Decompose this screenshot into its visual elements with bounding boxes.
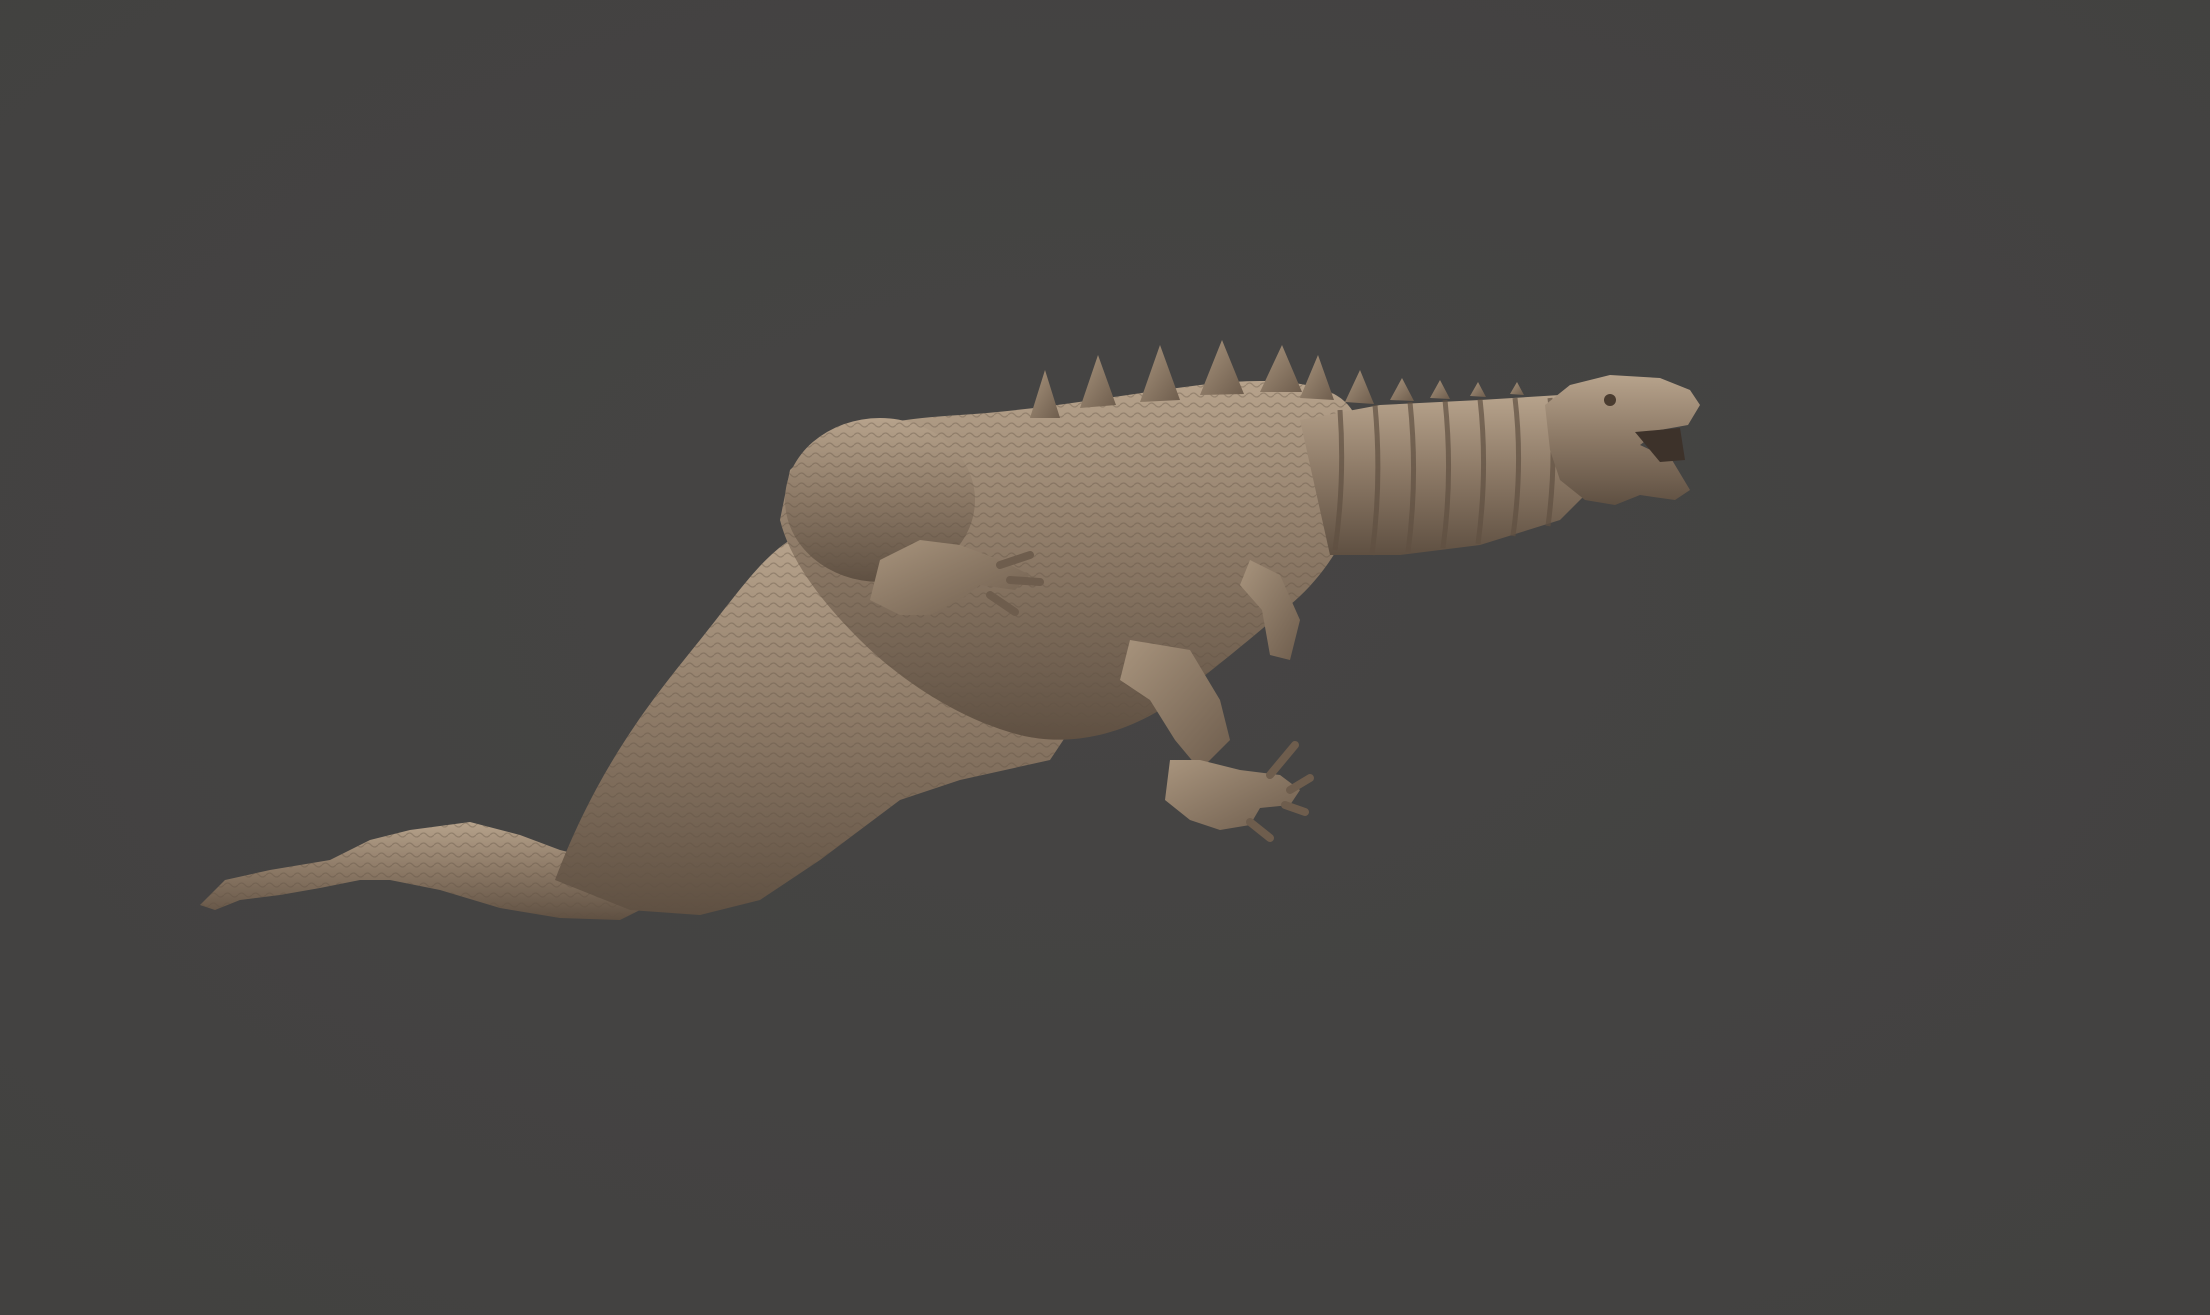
3d-viewport[interactable] <box>0 0 2210 1315</box>
creature-eye <box>1604 394 1616 406</box>
viewport-canvas[interactable] <box>0 0 2210 1315</box>
